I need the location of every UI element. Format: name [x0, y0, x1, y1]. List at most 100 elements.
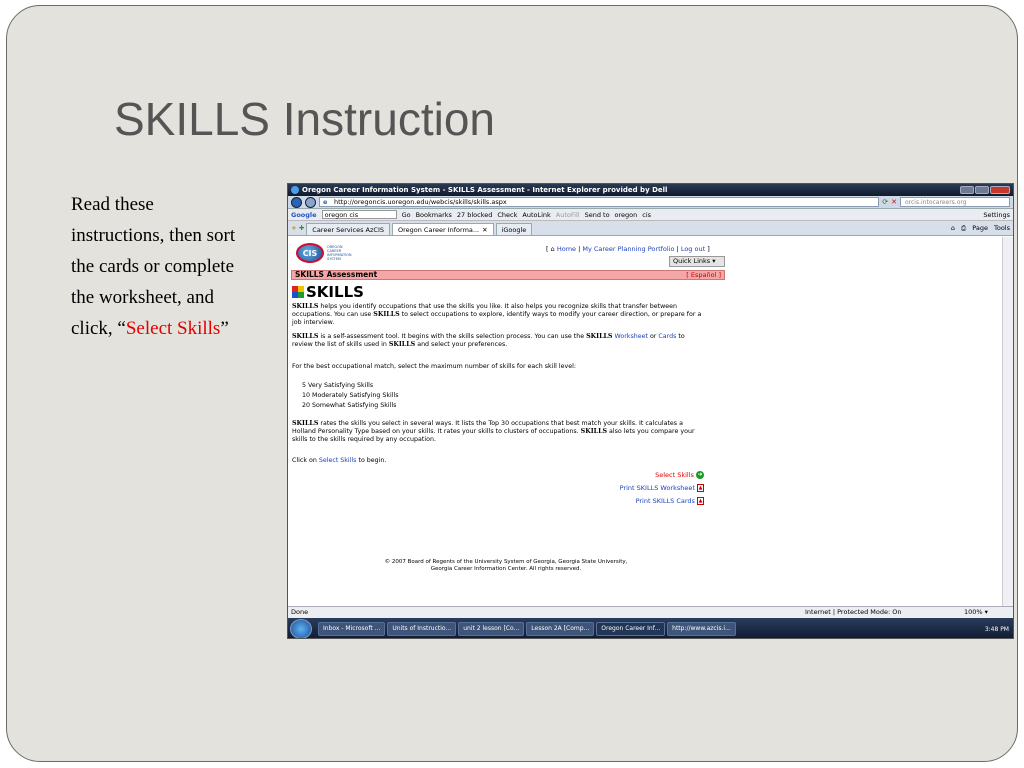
quick-links-select[interactable]: Quick Links ▾ — [669, 256, 725, 267]
taskbar-item[interactable]: Oregon Career Inf... — [596, 622, 666, 636]
skill-levels-list: 5 Very Satisfying Skills 10 Moderately S… — [302, 382, 712, 410]
skill-level-item: 20 Somewhat Satisfying Skills — [302, 402, 397, 409]
status-text: Done — [291, 608, 309, 616]
spellcheck-button[interactable]: Check — [497, 211, 517, 219]
command-bar: ⌂ ⎙ Page Tools — [951, 224, 1010, 233]
google-search-input[interactable]: oregon cis — [321, 210, 397, 219]
page-viewport: CIS OREGON CAREER INFORMATION SYSTEM [ ⌂… — [288, 237, 1004, 606]
maximize-button[interactable] — [975, 186, 989, 194]
slide: SKILLS Instruction Read these instructio… — [6, 5, 1018, 762]
tool-paragraph: SKILLS is a self-assessment tool. It beg… — [292, 333, 702, 349]
portfolio-link[interactable]: My Career Planning Portfolio — [582, 245, 674, 253]
taskbar-item[interactable]: Units of Instructio... — [387, 622, 457, 636]
add-favorite-icon[interactable]: ✚ — [299, 224, 304, 232]
print-worksheet-link[interactable]: Print SKILLS Worksheet ▲ — [620, 484, 704, 492]
google-toolbar: Google oregon cis Go Bookmarks 27 blocke… — [288, 209, 1013, 221]
skill-level-item: 5 Very Satisfying Skills — [302, 382, 374, 389]
close-button[interactable] — [990, 186, 1010, 194]
match-paragraph: For the best occupational match, select … — [292, 363, 577, 370]
text: is a self-assessment tool. It begins wit… — [318, 333, 587, 340]
google-settings-button[interactable]: Settings — [983, 211, 1010, 219]
search-term-oregon[interactable]: oregon — [615, 211, 638, 219]
zoom-value: 100% — [964, 608, 983, 616]
minimize-button[interactable] — [960, 186, 974, 194]
tools-menu[interactable]: Tools — [994, 224, 1010, 233]
top-links: [ ⌂ Home | My Career Planning Portfolio … — [546, 245, 710, 253]
favorites-star-icon[interactable]: ★ — [291, 224, 297, 232]
print-worksheet-label: Print SKILLS Worksheet — [619, 484, 695, 492]
page-menu[interactable]: Page — [972, 224, 988, 233]
forward-icon[interactable] — [305, 196, 316, 208]
logout-link[interactable]: Log out — [681, 245, 705, 253]
system-clock[interactable]: 3:48 PM — [985, 626, 1013, 633]
search-input[interactable]: orcis.intocareers.org — [900, 197, 1010, 207]
tab-bar: ★ ✚ Career Services AzCIS Oregon Career … — [288, 221, 1013, 236]
google-logo: Google — [291, 210, 317, 219]
skills-heading: SKILLS — [292, 283, 364, 301]
skills-heading-text: SKILLS — [306, 283, 364, 301]
vertical-scrollbar[interactable] — [1002, 237, 1013, 606]
autolink-button[interactable]: AutoLink — [522, 211, 550, 219]
cis-logo[interactable]: CIS OREGON CAREER INFORMATION SYSTEM — [296, 243, 355, 263]
taskbar-item[interactable]: Lesson 2A [Comp... — [526, 622, 595, 636]
intro-paragraph: SKILLS helps you identify occupations th… — [292, 303, 702, 327]
skills-bold: SKILLS — [292, 420, 319, 427]
tab-azcis[interactable]: Career Services AzCIS — [306, 223, 390, 235]
close-tab-icon[interactable]: ✕ — [482, 226, 487, 234]
start-button[interactable] — [290, 619, 312, 638]
window-controls — [960, 186, 1010, 194]
skill-level-item: 10 Moderately Satisfying Skills — [302, 392, 399, 399]
skills-bold: SKILLS — [580, 428, 608, 435]
skills-bold: SKILLS — [292, 303, 319, 310]
section-bar-title: SKILLS Assessment — [295, 270, 378, 279]
taskbar-item[interactable]: unit 2 lesson [Co... — [458, 622, 525, 636]
text: Click on — [292, 457, 319, 464]
pdf-icon: ▲ — [697, 484, 704, 492]
print-cards-link[interactable]: Print SKILLS Cards ▲ — [636, 497, 704, 505]
taskbar: Inbox - Microsoft ... Units of Instructi… — [288, 618, 1013, 638]
zoom-level[interactable]: 100% ▾ — [964, 607, 988, 618]
skills-bold: SKILLS — [292, 333, 319, 340]
cards-link[interactable]: Cards — [658, 333, 676, 340]
window-titlebar: Oregon Career Information System - SKILL… — [288, 184, 1013, 196]
skills-logo-icon — [292, 286, 304, 298]
espanol-link[interactable]: [ Español ] — [686, 271, 721, 279]
ie-icon — [291, 186, 299, 194]
browser-screenshot: Oregon Career Information System - SKILL… — [287, 183, 1014, 639]
slide-body: Read these instructions, then sort the c… — [71, 189, 251, 344]
popup-blocked-button[interactable]: 27 blocked — [457, 211, 492, 219]
go-arrow-icon: ➜ — [696, 471, 704, 479]
click-paragraph: Click on Select Skills to begin. — [292, 457, 702, 465]
taskbar-item[interactable]: Inbox - Microsoft ... — [318, 622, 386, 636]
skills-bold: SKILLS — [373, 311, 400, 318]
url-field[interactable]: http://oregoncis.uoregon.edu/webcis/skil… — [319, 197, 880, 207]
text: or — [647, 333, 659, 340]
tab-oregon-cis[interactable]: Oregon Career Informa... ✕ — [391, 223, 494, 235]
select-skills-inline-link[interactable]: Select Skills — [319, 457, 357, 464]
tab-label: Oregon Career Informa... — [397, 225, 480, 234]
copyright: © 2007 Board of Regents of the Universit… — [356, 559, 656, 573]
stop-icon[interactable]: ✕ — [891, 198, 897, 206]
autofill-button[interactable]: AutoFill — [556, 211, 580, 219]
taskbar-item[interactable]: http://www.azcis.i... — [667, 622, 736, 636]
print-icon[interactable]: ⎙ — [961, 224, 966, 233]
search-term-cis[interactable]: cis — [642, 211, 651, 219]
select-skills-link[interactable]: Select Skills ➜ — [655, 471, 704, 479]
text: to begin. — [356, 457, 387, 464]
rates-paragraph: SKILLS rates the skills you select in se… — [292, 420, 702, 444]
worksheet-link[interactable]: Worksheet — [615, 333, 648, 340]
send-to-button[interactable]: Send to — [585, 211, 610, 219]
google-go-button[interactable]: Go — [402, 211, 411, 219]
select-skills-label: Select Skills — [655, 471, 694, 479]
text: and select your preferences. — [415, 341, 508, 348]
bookmarks-button[interactable]: Bookmarks — [416, 211, 452, 219]
home-icon[interactable]: ⌂ — [951, 224, 955, 233]
back-icon[interactable] — [291, 196, 302, 208]
tab-igoogle[interactable]: iGoogle — [495, 223, 533, 235]
home-link[interactable]: Home — [557, 245, 576, 253]
address-bar: http://oregoncis.uoregon.edu/webcis/skil… — [288, 196, 1013, 209]
refresh-icon[interactable]: ⟳ — [882, 198, 888, 206]
cis-logo-caption: OREGON CAREER INFORMATION SYSTEM — [327, 245, 352, 261]
skills-bold: SKILLS — [388, 341, 416, 348]
home-link-icon: ⌂ — [550, 245, 555, 253]
